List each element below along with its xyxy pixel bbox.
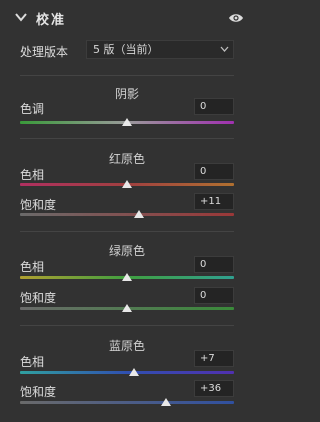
panel-header: 校准	[0, 0, 266, 36]
green-hue-input[interactable]: 0	[194, 256, 234, 273]
process-version-label: 处理版本	[20, 45, 69, 59]
divider	[20, 75, 234, 76]
slider-thumb[interactable]	[122, 118, 132, 126]
blue-hue-input[interactable]: +7	[194, 350, 234, 367]
green-saturation-input[interactable]: 0	[194, 287, 234, 304]
slider-thumb[interactable]	[122, 180, 132, 188]
divider	[20, 325, 234, 326]
divider	[20, 231, 234, 232]
slider-thumb[interactable]	[129, 368, 140, 376]
green-saturation-label: 饱和度	[20, 291, 57, 305]
red-saturation-slider[interactable]	[20, 213, 234, 216]
blue-saturation-input[interactable]: +36	[194, 380, 234, 397]
red-saturation-label: 饱和度	[20, 198, 57, 212]
blue-hue-slider[interactable]	[20, 371, 234, 374]
blue-saturation-label: 饱和度	[20, 385, 57, 399]
chevron-down-icon	[220, 46, 229, 52]
eye-icon[interactable]	[228, 12, 244, 24]
slider-thumb[interactable]	[122, 304, 132, 312]
shadows-tint-input[interactable]: 0	[194, 98, 234, 115]
slider-thumb[interactable]	[122, 273, 132, 281]
slider-thumb[interactable]	[133, 210, 144, 218]
blue-saturation-slider[interactable]	[20, 401, 234, 404]
red-hue-label: 色相	[20, 168, 45, 182]
slider-thumb[interactable]	[160, 398, 171, 406]
blue-hue-label: 色相	[20, 355, 45, 369]
red-hue-input[interactable]: 0	[194, 163, 234, 180]
process-version-select[interactable]: 5 版（当前）	[86, 40, 234, 59]
divider	[20, 138, 234, 139]
red-saturation-input[interactable]: +11	[194, 193, 234, 210]
shadows-tint-label: 色调	[20, 102, 45, 116]
chevron-down-icon[interactable]	[14, 10, 28, 24]
green-hue-label: 色相	[20, 260, 45, 274]
process-version-value: 5 版（当前）	[93, 43, 159, 56]
panel-title: 校准	[36, 13, 67, 28]
